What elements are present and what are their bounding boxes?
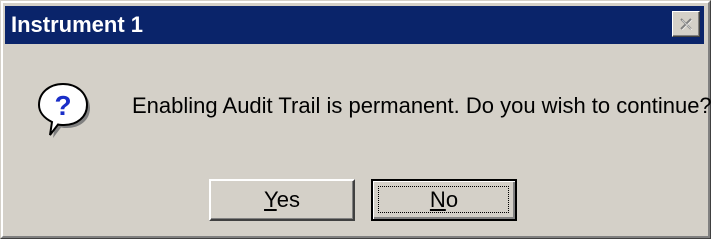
yes-button-label: Yes xyxy=(264,187,300,213)
close-button[interactable] xyxy=(672,11,700,37)
no-button[interactable]: No xyxy=(371,179,517,221)
no-label-rest: o xyxy=(445,187,459,212)
yes-button[interactable]: Yes xyxy=(209,179,355,221)
dialog-message: Enabling Audit Trail is permanent. Do yo… xyxy=(132,93,712,118)
yes-mnemonic: Y xyxy=(264,187,277,212)
no-mnemonic: N xyxy=(429,187,446,212)
title-bar[interactable]: Instrument 1 xyxy=(5,6,704,44)
close-icon xyxy=(680,18,693,30)
dialog-window: Instrument 1 ? Enabling Audit Trail is p… xyxy=(0,0,712,239)
window-title: Instrument 1 xyxy=(11,12,144,37)
no-button-label: No xyxy=(430,187,458,213)
question-icon: ? xyxy=(33,79,93,139)
yes-label-rest: es xyxy=(276,187,300,212)
question-glyph: ? xyxy=(54,90,71,121)
